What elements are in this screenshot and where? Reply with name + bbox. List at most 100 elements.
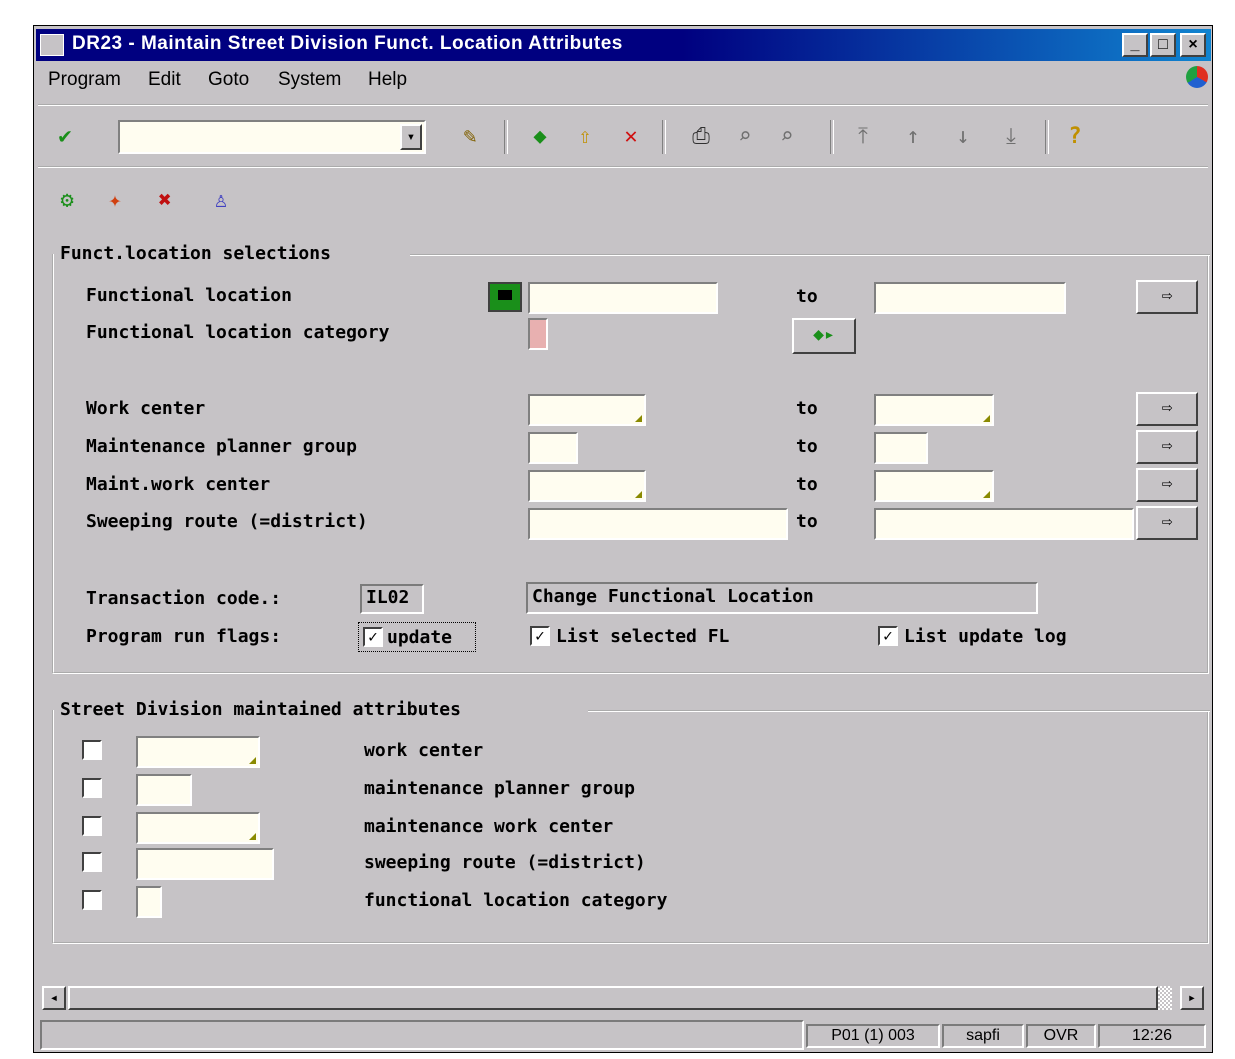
status-system: P01 (1) 003 (806, 1024, 940, 1048)
find-icon[interactable]: ⌕ (730, 122, 760, 152)
functional-location-multiple-button[interactable]: ⇨ (1136, 280, 1198, 314)
work-center-multiple-button[interactable]: ⇨ (1136, 392, 1198, 426)
maint-work-center-multiple-button[interactable]: ⇨ (1136, 468, 1198, 502)
list-selected-fl-label: List selected FL (556, 626, 730, 647)
planner-group-attr-field[interactable] (136, 774, 192, 806)
sweeping-route-label: Sweeping route (=district) (86, 511, 368, 532)
list-selected-fl-checkbox[interactable]: ✓ (530, 626, 550, 646)
maintenance-planner-group-to[interactable] (874, 432, 928, 464)
status-mode[interactable]: OVR (1026, 1024, 1096, 1048)
menu-system[interactable]: System (278, 69, 341, 91)
toolbar-separator (1045, 120, 1049, 154)
sweeping-route-attr-field[interactable] (136, 848, 274, 880)
toolbar-separator (830, 120, 834, 154)
command-field[interactable]: ▾ (118, 120, 426, 154)
close-button[interactable]: × (1180, 33, 1206, 57)
prev-page-icon[interactable]: ↑ (898, 122, 928, 152)
maintenance-planner-group-multiple-button[interactable]: ⇨ (1136, 430, 1198, 464)
sweeping-route-to-label: to (796, 511, 818, 532)
maint-work-center-attr-field[interactable] (136, 812, 260, 844)
functional-location-category-field[interactable] (528, 318, 548, 350)
arrow-icon: ◆▸ (813, 324, 835, 345)
cancel-icon[interactable]: ✕ (616, 122, 646, 152)
check-icon[interactable]: ✔ (50, 122, 80, 152)
selections-group-title: Funct.location selections (60, 243, 331, 264)
find-next-icon[interactable]: ⌕ (772, 122, 802, 152)
exit-icon[interactable]: ⇧ (570, 122, 600, 152)
multiple-selection-icon: ⇨ (1161, 473, 1173, 494)
print-icon[interactable]: ⎙ (686, 122, 716, 152)
last-page-icon[interactable]: ⤓ (996, 122, 1026, 152)
fl-category-attr-field[interactable] (136, 886, 162, 918)
maintenance-planner-group-label: Maintenance planner group (86, 436, 357, 457)
get-variant-icon[interactable]: ✦ (100, 186, 130, 216)
sweeping-route-to[interactable] (874, 508, 1134, 540)
scroll-right-button[interactable]: ▸ (1180, 986, 1204, 1010)
multiple-selection-icon: ⇨ (1161, 397, 1173, 418)
back-icon[interactable]: ◆ (525, 122, 555, 152)
maintenance-planner-group-from[interactable] (528, 432, 578, 464)
help-icon[interactable]: ? (1060, 122, 1090, 152)
work-center-from[interactable] (528, 394, 646, 426)
multiple-selection-icon: ⇨ (1161, 511, 1173, 532)
status-message-area (40, 1020, 804, 1050)
fl-category-attr-checkbox[interactable] (82, 890, 102, 910)
planner-group-attr-checkbox[interactable] (82, 778, 102, 798)
maint-work-center-to-label: to (796, 474, 818, 495)
attributes-group-line (588, 710, 1210, 712)
category-multiple-button[interactable]: ◆▸ (792, 318, 856, 354)
menu-edit[interactable]: Edit (148, 69, 181, 91)
sweeping-route-attr-label: sweeping route (=district) (364, 852, 646, 873)
maint-work-center-to[interactable] (874, 470, 994, 502)
work-center-attr-field[interactable] (136, 736, 260, 768)
update-checkbox[interactable]: ✓ (363, 627, 383, 647)
maintenance-planner-group-to-label: to (796, 436, 818, 457)
update-label: update (387, 627, 453, 648)
sweeping-route-multiple-button[interactable]: ⇨ (1136, 506, 1198, 540)
update-flag[interactable]: ✓ update (358, 622, 476, 652)
functional-location-to[interactable] (874, 282, 1066, 314)
minimize-button[interactable]: _ (1122, 33, 1148, 57)
execute-icon[interactable]: ⚙ (52, 186, 82, 216)
next-page-icon[interactable]: ↓ (948, 122, 978, 152)
save-icon[interactable]: ✎ (455, 122, 485, 152)
planner-group-attr-label: maintenance planner group (364, 778, 635, 799)
user-icon[interactable]: ♙ (206, 186, 236, 216)
maint-work-center-attr-checkbox[interactable] (82, 816, 102, 836)
list-update-log-checkbox[interactable]: ✓ (878, 626, 898, 646)
window-title: DR23 - Maintain Street Division Funct. L… (72, 33, 623, 54)
transaction-description: Change Functional Location (526, 582, 1038, 614)
toolbar-separator (504, 120, 508, 154)
multiple-selection-icon: ⇨ (1161, 285, 1173, 306)
transaction-code-label: Transaction code.: (86, 588, 282, 609)
command-dropdown-button[interactable]: ▾ (400, 124, 422, 150)
functional-location-from[interactable] (528, 282, 718, 314)
maint-work-center-from[interactable] (528, 470, 646, 502)
sweeping-route-from[interactable] (528, 508, 788, 540)
status-time: 12:26 (1098, 1024, 1206, 1048)
maint-work-center-label: Maint.work center (86, 474, 271, 495)
scroll-thumb[interactable] (68, 986, 1158, 1010)
toolbar-line (38, 166, 1208, 168)
work-center-to[interactable] (874, 394, 994, 426)
toolbar-separator (662, 120, 666, 154)
work-center-label: Work center (86, 398, 206, 419)
app-icon (40, 34, 64, 56)
maint-work-center-attr-label: maintenance work center (364, 816, 614, 837)
sweeping-route-attr-checkbox[interactable] (82, 852, 102, 872)
maximize-button[interactable]: □ (1150, 33, 1176, 57)
delete-icon[interactable]: ✖ (150, 186, 180, 216)
work-center-attr-checkbox[interactable] (82, 740, 102, 760)
sap-logo-icon (1186, 66, 1208, 88)
menu-program[interactable]: Program (48, 69, 121, 91)
menu-help[interactable]: Help (368, 69, 407, 91)
multiple-selection-icon: ⇨ (1161, 435, 1173, 456)
functional-location-to-label: to (796, 286, 818, 307)
work-center-attr-label: work center (364, 740, 484, 761)
scroll-left-button[interactable]: ◂ (42, 986, 66, 1010)
work-center-to-label: to (796, 398, 818, 419)
menu-goto[interactable]: Goto (208, 69, 249, 91)
status-server: sapfi (942, 1024, 1024, 1048)
first-page-icon[interactable]: ⤒ (848, 122, 878, 152)
selection-options-button[interactable] (488, 282, 522, 312)
